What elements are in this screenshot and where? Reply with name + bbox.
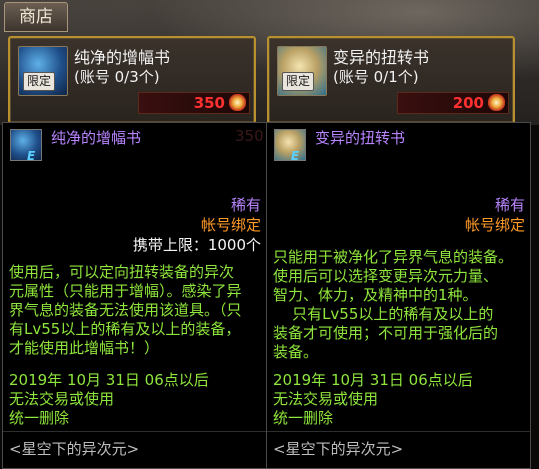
tan-scroll-icon <box>274 129 306 161</box>
carry-limit: 携带上限：1000个 <box>132 236 261 254</box>
divider <box>267 431 530 432</box>
blue-scroll-icon: 限定 <box>18 46 68 96</box>
blue-scroll-icon <box>10 129 42 161</box>
limited-badge: 限定 <box>282 72 315 91</box>
tab-shop[interactable]: 商店 <box>4 2 68 32</box>
sparkle-coin-icon <box>229 94 246 111</box>
binding-label: 帐号绑定 <box>200 216 261 234</box>
rarity-label: 稀有 <box>230 196 261 214</box>
item-quantity: (账号 0/1个) <box>333 68 419 86</box>
expiry-notice: 2019年 10月 31日 06点以后 无法交易或使用 统一删除 <box>273 371 473 427</box>
rarity-label: 稀有 <box>494 196 525 214</box>
item-tooltip: E 纯净的增幅书 350 稀有 帐号绑定 携带上限：1000个 使用后，可以定向… <box>2 122 267 469</box>
price-bar: 350 <box>138 92 250 114</box>
sparkle-coin-icon <box>488 94 505 111</box>
item-price: 350 <box>193 94 225 112</box>
set-name: <星空下的异次元> <box>9 440 140 458</box>
limited-badge: 限定 <box>23 72 56 91</box>
item-name: 纯净的增幅书 <box>74 48 171 67</box>
tooltip-description: 使用后，可以定向扭转装备的异次 元属性（只能用于增幅）。感染了异 界气息的装备无… <box>9 263 242 357</box>
set-name: <星空下的异次元> <box>273 440 404 458</box>
item-name: 变异的扭转书 <box>333 48 430 67</box>
faded-price: 350 <box>235 127 264 145</box>
equip-mark-icon: E <box>291 149 300 163</box>
equip-mark-icon: E <box>27 149 36 163</box>
divider <box>3 431 266 432</box>
shop-item-card[interactable]: 限定 变异的扭转书 (账号 0/1个) 200 <box>267 36 515 124</box>
tan-scroll-icon: 限定 <box>277 46 327 96</box>
item-tooltip: E 变异的扭转书 稀有 帐号绑定 只能用于被净化了异界气息的装备。 使用后可以选… <box>266 122 531 469</box>
shop-item-card[interactable]: 限定 纯净的增幅书 (账号 0/3个) 350 <box>8 36 256 124</box>
expiry-notice: 2019年 10月 31日 06点以后 无法交易或使用 统一删除 <box>9 371 209 427</box>
binding-label: 帐号绑定 <box>464 216 525 234</box>
item-price: 200 <box>452 94 484 112</box>
item-quantity: (账号 0/3个) <box>74 68 160 86</box>
tooltip-item-name: 纯净的增幅书 <box>51 129 142 147</box>
tooltip-description: 只能用于被净化了异界气息的装备。 使用后可以选择变更异次元力量、 智力、体力，及… <box>273 248 514 361</box>
tooltip-item-name: 变异的扭转书 <box>315 129 406 147</box>
price-bar: 200 <box>397 92 509 114</box>
